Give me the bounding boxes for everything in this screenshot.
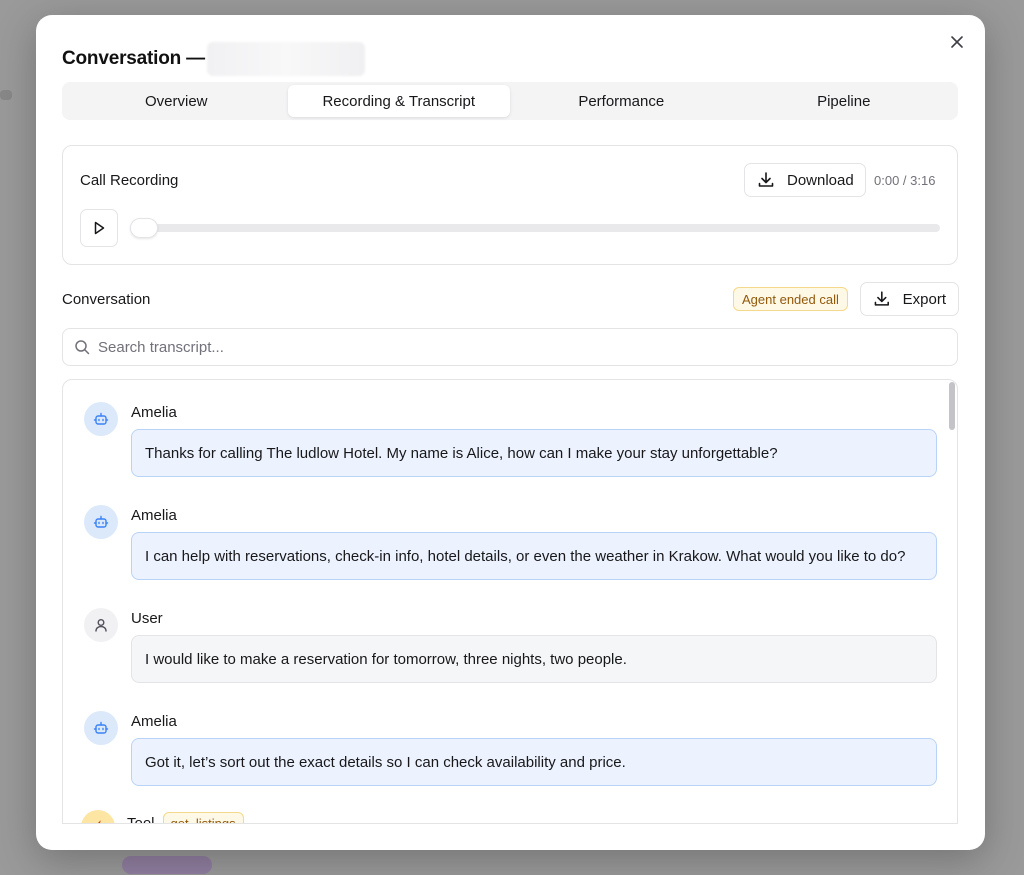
status-badge: Agent ended call: [733, 287, 848, 311]
download-label: Download: [787, 171, 854, 189]
message: Amelia I can help with reservations, che…: [84, 505, 937, 585]
message-bubble: Got it, let’s sort out the exact details…: [131, 738, 937, 786]
recording-card: Call Recording Download 0:00 / 3:16: [62, 145, 958, 265]
tool-name-badge: get_listings: [162, 812, 244, 823]
bot-avatar: [84, 711, 118, 745]
play-icon: [94, 221, 105, 235]
search-icon: [75, 340, 90, 355]
bot-icon: [93, 412, 109, 425]
message-bubble: I would like to make a reservation for t…: [131, 635, 937, 683]
message: Tool get_listings: [81, 810, 937, 824]
bot-icon: [93, 515, 109, 528]
download-icon: [758, 172, 774, 187]
tool-icon: [98, 820, 101, 823]
message-bubble: Thanks for calling The ludlow Hotel. My …: [131, 429, 937, 477]
close-button[interactable]: [947, 32, 967, 52]
bot-avatar: [84, 505, 118, 539]
tab-overview[interactable]: Overview: [65, 85, 288, 117]
message: User I would like to make a reservation …: [84, 608, 937, 688]
bot-icon: [93, 721, 109, 734]
tab-pipeline[interactable]: Pipeline: [733, 85, 956, 117]
bot-avatar: [84, 402, 118, 436]
background-element: [122, 856, 212, 874]
speaker-name: Amelia: [131, 713, 177, 730]
tool-avatar: [81, 810, 115, 823]
playback-slider[interactable]: [130, 218, 940, 238]
transcript-search: [62, 328, 958, 366]
playback-thumb[interactable]: [130, 218, 158, 238]
time-readout: 0:00 / 3:16: [874, 173, 936, 188]
export-label: Export: [902, 290, 946, 308]
conversation-title: Conversation: [62, 291, 151, 308]
scrollbar[interactable]: [949, 382, 955, 430]
message-bubble: I can help with reservations, check-in i…: [131, 532, 937, 580]
export-button[interactable]: Export: [860, 282, 959, 316]
download-button[interactable]: Download: [744, 163, 866, 197]
tab-performance[interactable]: Performance: [510, 85, 733, 117]
play-button[interactable]: [80, 209, 118, 247]
search-input[interactable]: [98, 338, 957, 356]
background-element: [0, 90, 12, 100]
conversation-dialog: Conversation — Overview Recording & Tran…: [36, 15, 985, 850]
message: Amelia Thanks for calling The ludlow Hot…: [84, 402, 937, 482]
recording-title: Call Recording: [80, 172, 179, 189]
close-icon: [951, 36, 963, 48]
tab-recording-transcript[interactable]: Recording & Transcript: [287, 85, 510, 117]
tab-bar: Overview Recording & Transcript Performa…: [62, 82, 958, 120]
speaker-name: Amelia: [131, 404, 177, 421]
transcript-list[interactable]: Amelia Thanks for calling The ludlow Hot…: [62, 379, 958, 824]
user-avatar: [84, 608, 118, 642]
tool-label: Tool: [127, 814, 155, 824]
message: Amelia Got it, let’s sort out the exact …: [84, 711, 937, 791]
redacted-name: [206, 42, 365, 76]
speaker-name: Tool get_listings: [127, 812, 244, 824]
dialog-title: Conversation —: [62, 42, 365, 76]
user-icon: [95, 619, 107, 632]
dialog-title-text: Conversation —: [62, 48, 205, 69]
download-icon: [874, 291, 889, 306]
speaker-name: Amelia: [131, 507, 177, 524]
speaker-name: User: [131, 610, 163, 627]
